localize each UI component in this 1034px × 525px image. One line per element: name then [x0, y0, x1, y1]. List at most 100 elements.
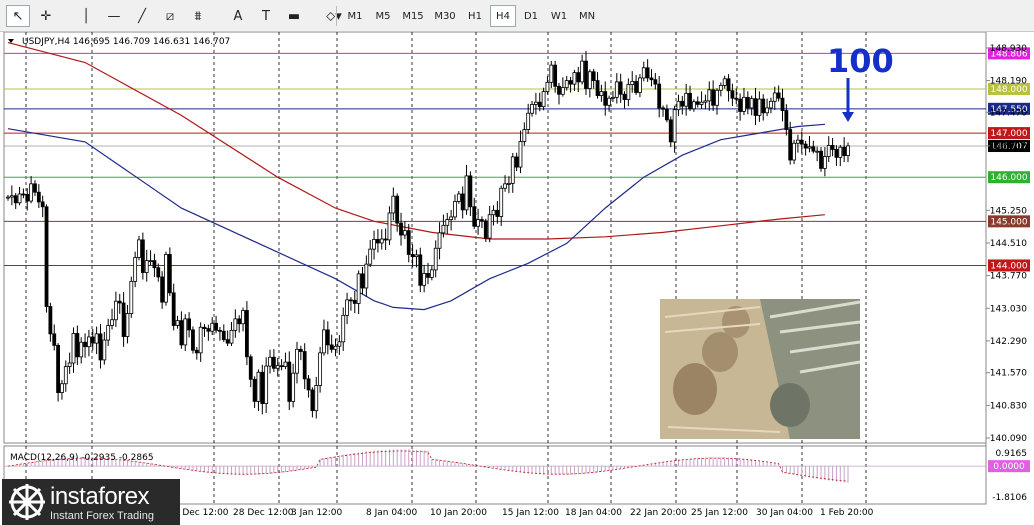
- candle-body: [183, 318, 188, 346]
- candle-body: [244, 310, 249, 358]
- candle-body: [769, 100, 773, 109]
- candle-body: [753, 98, 758, 116]
- candle-body: [587, 71, 592, 89]
- candle-body: [557, 85, 561, 95]
- time-tick-label: 1 Feb 20:00: [820, 508, 874, 518]
- time-tick-label: 25 Jan 12:00: [691, 508, 748, 518]
- candle-body: [90, 336, 95, 344]
- candle-body: [337, 341, 342, 347]
- candle-body: [483, 220, 488, 239]
- fibonacci-tool-icon[interactable]: ⩩: [186, 5, 210, 27]
- candle-body: [402, 230, 407, 236]
- timeframe-mn-button[interactable]: MN: [574, 5, 600, 27]
- timeframe-d1-button[interactable]: D1: [518, 5, 544, 27]
- candle-body: [618, 81, 623, 95]
- fibonacci-channel-tool-icon[interactable]: ⧄: [158, 5, 182, 27]
- text-label-tool-icon[interactable]: T: [254, 5, 278, 27]
- candle-body: [175, 320, 180, 326]
- candle-body: [144, 260, 149, 273]
- text-tool-icon[interactable]: A: [226, 5, 250, 27]
- candle-body: [745, 96, 750, 109]
- candle-body: [372, 239, 376, 250]
- horizontal-line-tool-icon[interactable]: —: [102, 5, 126, 27]
- candle-body: [364, 263, 369, 289]
- candle-body: [834, 149, 839, 158]
- timeframe-h4-button[interactable]: H4: [490, 5, 516, 27]
- candle-body: [780, 97, 785, 111]
- candle-body: [283, 361, 288, 367]
- vertical-line-tool-icon[interactable]: │: [74, 5, 98, 27]
- candle-body: [726, 78, 731, 92]
- candle-body: [537, 101, 542, 108]
- price-tick-label: 140.090: [990, 434, 1027, 444]
- trendline-tool-icon[interactable]: ╱: [130, 5, 154, 27]
- candle-body: [749, 98, 754, 109]
- candle-body: [356, 273, 361, 304]
- price-tick-label: 148.930: [990, 44, 1027, 54]
- candle-body: [472, 206, 477, 227]
- candle-body: [822, 156, 827, 169]
- candle-body: [691, 101, 696, 110]
- candle-body: [349, 299, 353, 302]
- candle-body: [379, 238, 384, 244]
- candle-body: [711, 89, 716, 106]
- candle-body: [541, 91, 546, 108]
- candle-body: [368, 248, 373, 265]
- candle-body: [634, 81, 638, 93]
- time-tick-label: 8 Jan 04:00: [366, 508, 418, 518]
- candle-body: [148, 260, 153, 263]
- candle-body: [765, 107, 769, 114]
- candle-body: [437, 232, 442, 249]
- candle-body: [487, 214, 492, 239]
- level-price-label: 145.000: [990, 217, 1027, 227]
- candle-body: [680, 100, 685, 107]
- candle-body: [649, 77, 654, 81]
- price-tick-label: 147.470: [990, 108, 1027, 118]
- candle-body: [171, 292, 176, 326]
- candle-body: [595, 80, 600, 96]
- candle-body: [395, 195, 400, 224]
- candle-body: [661, 107, 665, 110]
- price-chart[interactable]: 148.806148.000147.550147.000146.000145.0…: [0, 32, 1034, 525]
- candle-body: [156, 267, 161, 278]
- timeframe-m30-button[interactable]: M30: [430, 5, 460, 27]
- timeframe-w1-button[interactable]: W1: [546, 5, 572, 27]
- price-tick-label: 141.570: [990, 369, 1027, 379]
- candle-body: [545, 81, 550, 93]
- candle-body: [48, 306, 53, 335]
- candle-body: [233, 318, 238, 331]
- candle-body: [198, 326, 203, 354]
- candle-body: [715, 89, 719, 106]
- candle-body: [52, 333, 57, 346]
- candle-body: [788, 129, 793, 161]
- rectangle-tool-icon[interactable]: ▬: [282, 5, 306, 27]
- candle-body: [133, 257, 138, 282]
- candle-body: [507, 182, 511, 185]
- candle-body: [560, 87, 565, 95]
- candle-body: [25, 194, 30, 202]
- candle-body: [229, 329, 234, 344]
- candle-body: [730, 90, 735, 99]
- candle-body: [295, 348, 299, 374]
- timeframe-m15-button[interactable]: M15: [398, 5, 428, 27]
- timeframe-m5-button[interactable]: M5: [370, 5, 396, 27]
- candle-body: [630, 81, 635, 85]
- candle-body: [838, 146, 843, 158]
- timeframe-m1-button[interactable]: M1: [342, 5, 368, 27]
- cursor-tool-icon[interactable]: ↖: [6, 5, 30, 27]
- candle-body: [275, 365, 280, 369]
- time-tick-label: 15 Jan 12:00: [502, 508, 559, 518]
- timeframe-h1-button[interactable]: H1: [462, 5, 488, 27]
- crosshair-tool-icon[interactable]: ✛: [34, 5, 58, 27]
- candle-body: [499, 187, 504, 217]
- candle-body: [9, 195, 14, 198]
- candle-body: [830, 145, 835, 150]
- candle-body: [214, 322, 218, 331]
- candle-body: [67, 362, 72, 367]
- candle-body: [210, 322, 215, 332]
- candle-body: [387, 212, 392, 241]
- candle-body: [668, 119, 673, 143]
- candle-body: [638, 77, 642, 93]
- level-price-label: 144.000: [990, 261, 1027, 271]
- candle-body: [599, 91, 604, 96]
